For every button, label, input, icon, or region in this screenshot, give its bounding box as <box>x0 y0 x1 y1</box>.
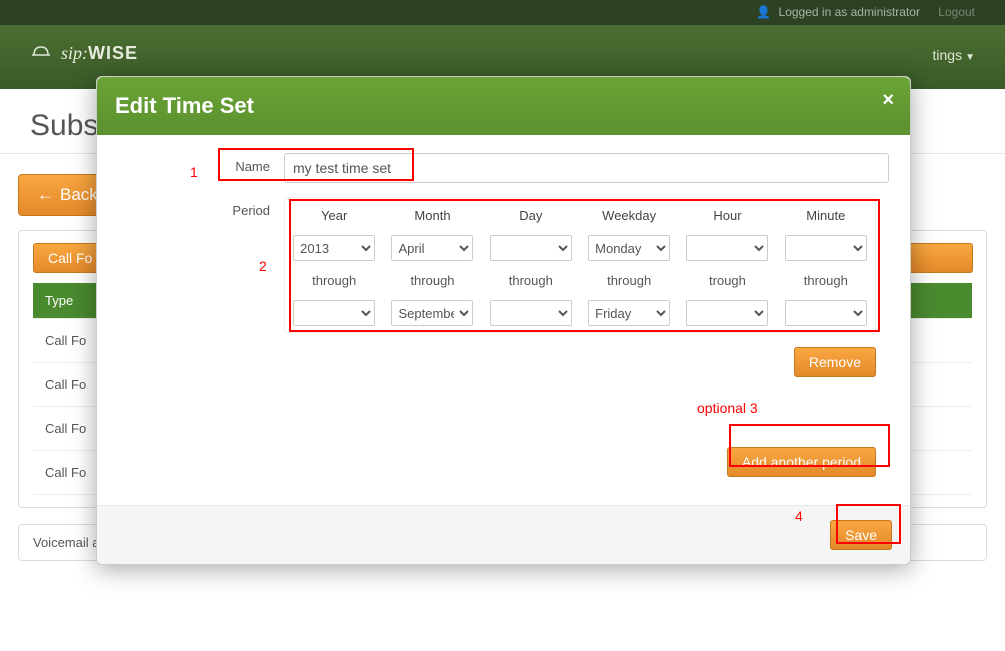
trough-hour: trough <box>678 267 776 294</box>
col-minute: Minute <box>777 198 875 229</box>
name-label: Name <box>111 153 284 174</box>
month-to-select[interactable]: September <box>391 300 473 326</box>
through-minute: through <box>777 267 875 294</box>
period-grid: Year Month Day Weekday Hour Minute 2013 … <box>284 197 876 333</box>
close-icon[interactable]: × <box>882 89 894 112</box>
col-month: Month <box>383 198 481 229</box>
period-label: Period <box>111 197 284 218</box>
day-to-select[interactable] <box>490 300 572 326</box>
col-weekday: Weekday <box>580 198 678 229</box>
through-month: through <box>383 267 481 294</box>
add-another-period-button[interactable]: Add another period <box>727 447 876 477</box>
month-from-select[interactable]: April <box>391 235 473 261</box>
through-weekday: through <box>580 267 678 294</box>
weekday-to-select[interactable]: Friday <box>588 300 670 326</box>
col-year: Year <box>285 198 383 229</box>
modal-header: Edit Time Set × <box>97 77 910 135</box>
col-hour: Hour <box>678 198 776 229</box>
weekday-from-select[interactable]: Monday <box>588 235 670 261</box>
minute-to-select[interactable] <box>785 300 867 326</box>
save-button[interactable]: Save <box>830 520 892 550</box>
hour-to-select[interactable] <box>686 300 768 326</box>
name-input[interactable] <box>284 153 889 183</box>
through-year: through <box>285 267 383 294</box>
minute-from-select[interactable] <box>785 235 867 261</box>
modal-title: Edit Time Set <box>115 93 892 119</box>
day-from-select[interactable] <box>490 235 572 261</box>
year-to-select[interactable] <box>293 300 375 326</box>
edit-time-set-modal: Edit Time Set × Name Period Year Month D… <box>96 76 911 565</box>
col-day: Day <box>482 198 580 229</box>
hour-from-select[interactable] <box>686 235 768 261</box>
remove-button[interactable]: Remove <box>794 347 876 377</box>
through-day: through <box>482 267 580 294</box>
modal-footer: Save <box>97 505 910 564</box>
year-from-select[interactable]: 2013 <box>293 235 375 261</box>
